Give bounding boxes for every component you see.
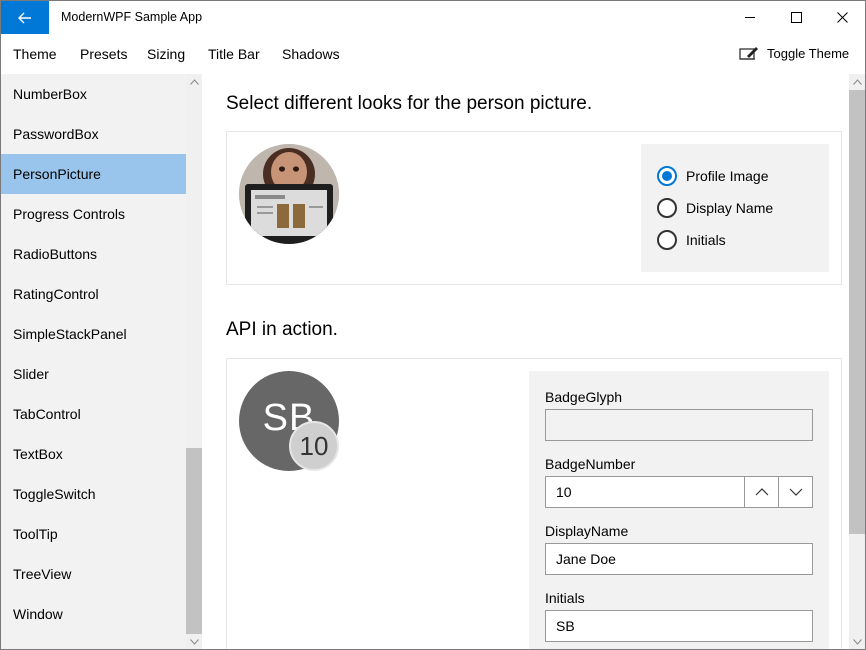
theme-brush-icon	[739, 47, 758, 60]
increment-button[interactable]	[744, 477, 778, 507]
minimize-button[interactable]	[727, 1, 773, 34]
menu-title-bar[interactable]: Title Bar	[208, 46, 260, 62]
back-arrow-icon	[18, 12, 31, 23]
minimize-icon	[744, 17, 755, 18]
maximize-icon	[790, 12, 802, 23]
main-scroll-down-arrow-icon[interactable]	[849, 634, 865, 649]
section-title-api: API in action.	[226, 319, 338, 340]
person-picture-profile-image	[239, 144, 339, 244]
sidebar-scrollbar[interactable]	[186, 74, 202, 649]
sidebar-item-progress-controls[interactable]: Progress Controls	[1, 194, 186, 234]
badge-glyph-label: BadgeGlyph	[545, 389, 623, 405]
badge-number-label: BadgeNumber	[545, 456, 636, 472]
badge-number: 10	[289, 421, 339, 471]
sidebar-item-tabcontrol[interactable]: TabControl	[1, 394, 186, 434]
display-name-input[interactable]: Jane Doe	[545, 543, 813, 575]
title-bar: ModernWPF Sample App	[1, 1, 865, 34]
sidebar-item-personpicture[interactable]: PersonPicture	[1, 154, 186, 194]
api-card: SB 10 BadgeGlyph BadgeNumber 10 DisplayN…	[226, 358, 842, 649]
toggle-theme-label: Toggle Theme	[767, 45, 850, 61]
radio-profile-image[interactable]: Profile Image	[657, 166, 768, 186]
initials-input[interactable]: SB	[545, 610, 813, 642]
maximize-button[interactable]	[773, 1, 819, 34]
sidebar-scroll-thumb[interactable]	[186, 448, 202, 634]
app-title: ModernWPF Sample App	[61, 10, 203, 24]
sidebar-item-numberbox[interactable]: NumberBox	[1, 74, 186, 114]
radio-display-name[interactable]: Display Name	[657, 198, 773, 218]
sidebar-item-toggleswitch[interactable]: ToggleSwitch	[1, 474, 186, 514]
decrement-button[interactable]	[778, 477, 812, 507]
radio-profile-image-label: Profile Image	[686, 168, 769, 184]
sidebar-item-tooltip[interactable]: ToolTip	[1, 514, 186, 554]
looks-options-panel: Profile Image Display Name Initials	[641, 144, 829, 272]
main-scrollbar[interactable]	[849, 74, 865, 649]
radio-display-name-circle[interactable]	[657, 198, 677, 218]
sidebar-item-simplestackpanel[interactable]: SimpleStackPanel	[1, 314, 186, 354]
sidebar-item-treeview[interactable]: TreeView	[1, 554, 186, 594]
sidebar-item-ratingcontrol[interactable]: RatingControl	[1, 274, 186, 314]
close-icon	[836, 12, 848, 23]
menu-theme[interactable]: Theme	[13, 46, 57, 62]
menu-presets[interactable]: Presets	[80, 46, 127, 62]
radio-profile-image-circle[interactable]	[657, 166, 677, 186]
section-title-looks: Select different looks for the person pi…	[226, 93, 593, 114]
initials-label: Initials	[545, 590, 585, 606]
badge-number-numberbox[interactable]: 10	[545, 476, 813, 508]
main-content: Select different looks for the person pi…	[202, 74, 849, 649]
toggle-theme-button[interactable]: Toggle Theme	[739, 45, 849, 61]
radio-display-name-label: Display Name	[686, 200, 774, 216]
badge-number-value[interactable]: 10	[556, 477, 572, 507]
scroll-up-arrow-icon[interactable]	[186, 74, 202, 90]
menu-bar: Theme Presets Sizing Title Bar Shadows T…	[1, 34, 865, 74]
radio-initials-label: Initials	[686, 232, 726, 248]
menu-sizing[interactable]: Sizing	[147, 46, 185, 62]
badge-glyph-input[interactable]	[545, 409, 813, 441]
sidebar-item-radiobuttons[interactable]: RadioButtons	[1, 234, 186, 274]
api-properties-panel: BadgeGlyph BadgeNumber 10 DisplayName Ja…	[529, 371, 829, 649]
sidebar-item-textbox[interactable]: TextBox	[1, 434, 186, 474]
sidebar-item-slider[interactable]: Slider	[1, 354, 186, 394]
chevron-up-icon	[755, 488, 768, 496]
menu-shadows[interactable]: Shadows	[282, 46, 340, 62]
app-window: ModernWPF Sample App Theme Presets Sizin…	[0, 0, 866, 650]
main-scroll-up-arrow-icon[interactable]	[849, 74, 865, 90]
scroll-down-arrow-icon[interactable]	[186, 634, 202, 649]
radio-initials-circle[interactable]	[657, 230, 677, 250]
profile-photo-icon	[239, 144, 339, 244]
chevron-down-icon	[789, 488, 802, 496]
looks-card: Profile Image Display Name Initials	[226, 131, 842, 285]
sidebar-item-window[interactable]: Window	[1, 594, 186, 634]
close-button[interactable]	[819, 1, 865, 34]
sidebar: NumberBox PasswordBox PersonPicture Prog…	[1, 74, 202, 649]
display-name-label: DisplayName	[545, 523, 629, 539]
sidebar-item-passwordbox[interactable]: PasswordBox	[1, 114, 186, 154]
main-scroll-thumb[interactable]	[849, 90, 865, 534]
back-button[interactable]	[1, 1, 49, 34]
radio-initials[interactable]: Initials	[657, 230, 726, 250]
